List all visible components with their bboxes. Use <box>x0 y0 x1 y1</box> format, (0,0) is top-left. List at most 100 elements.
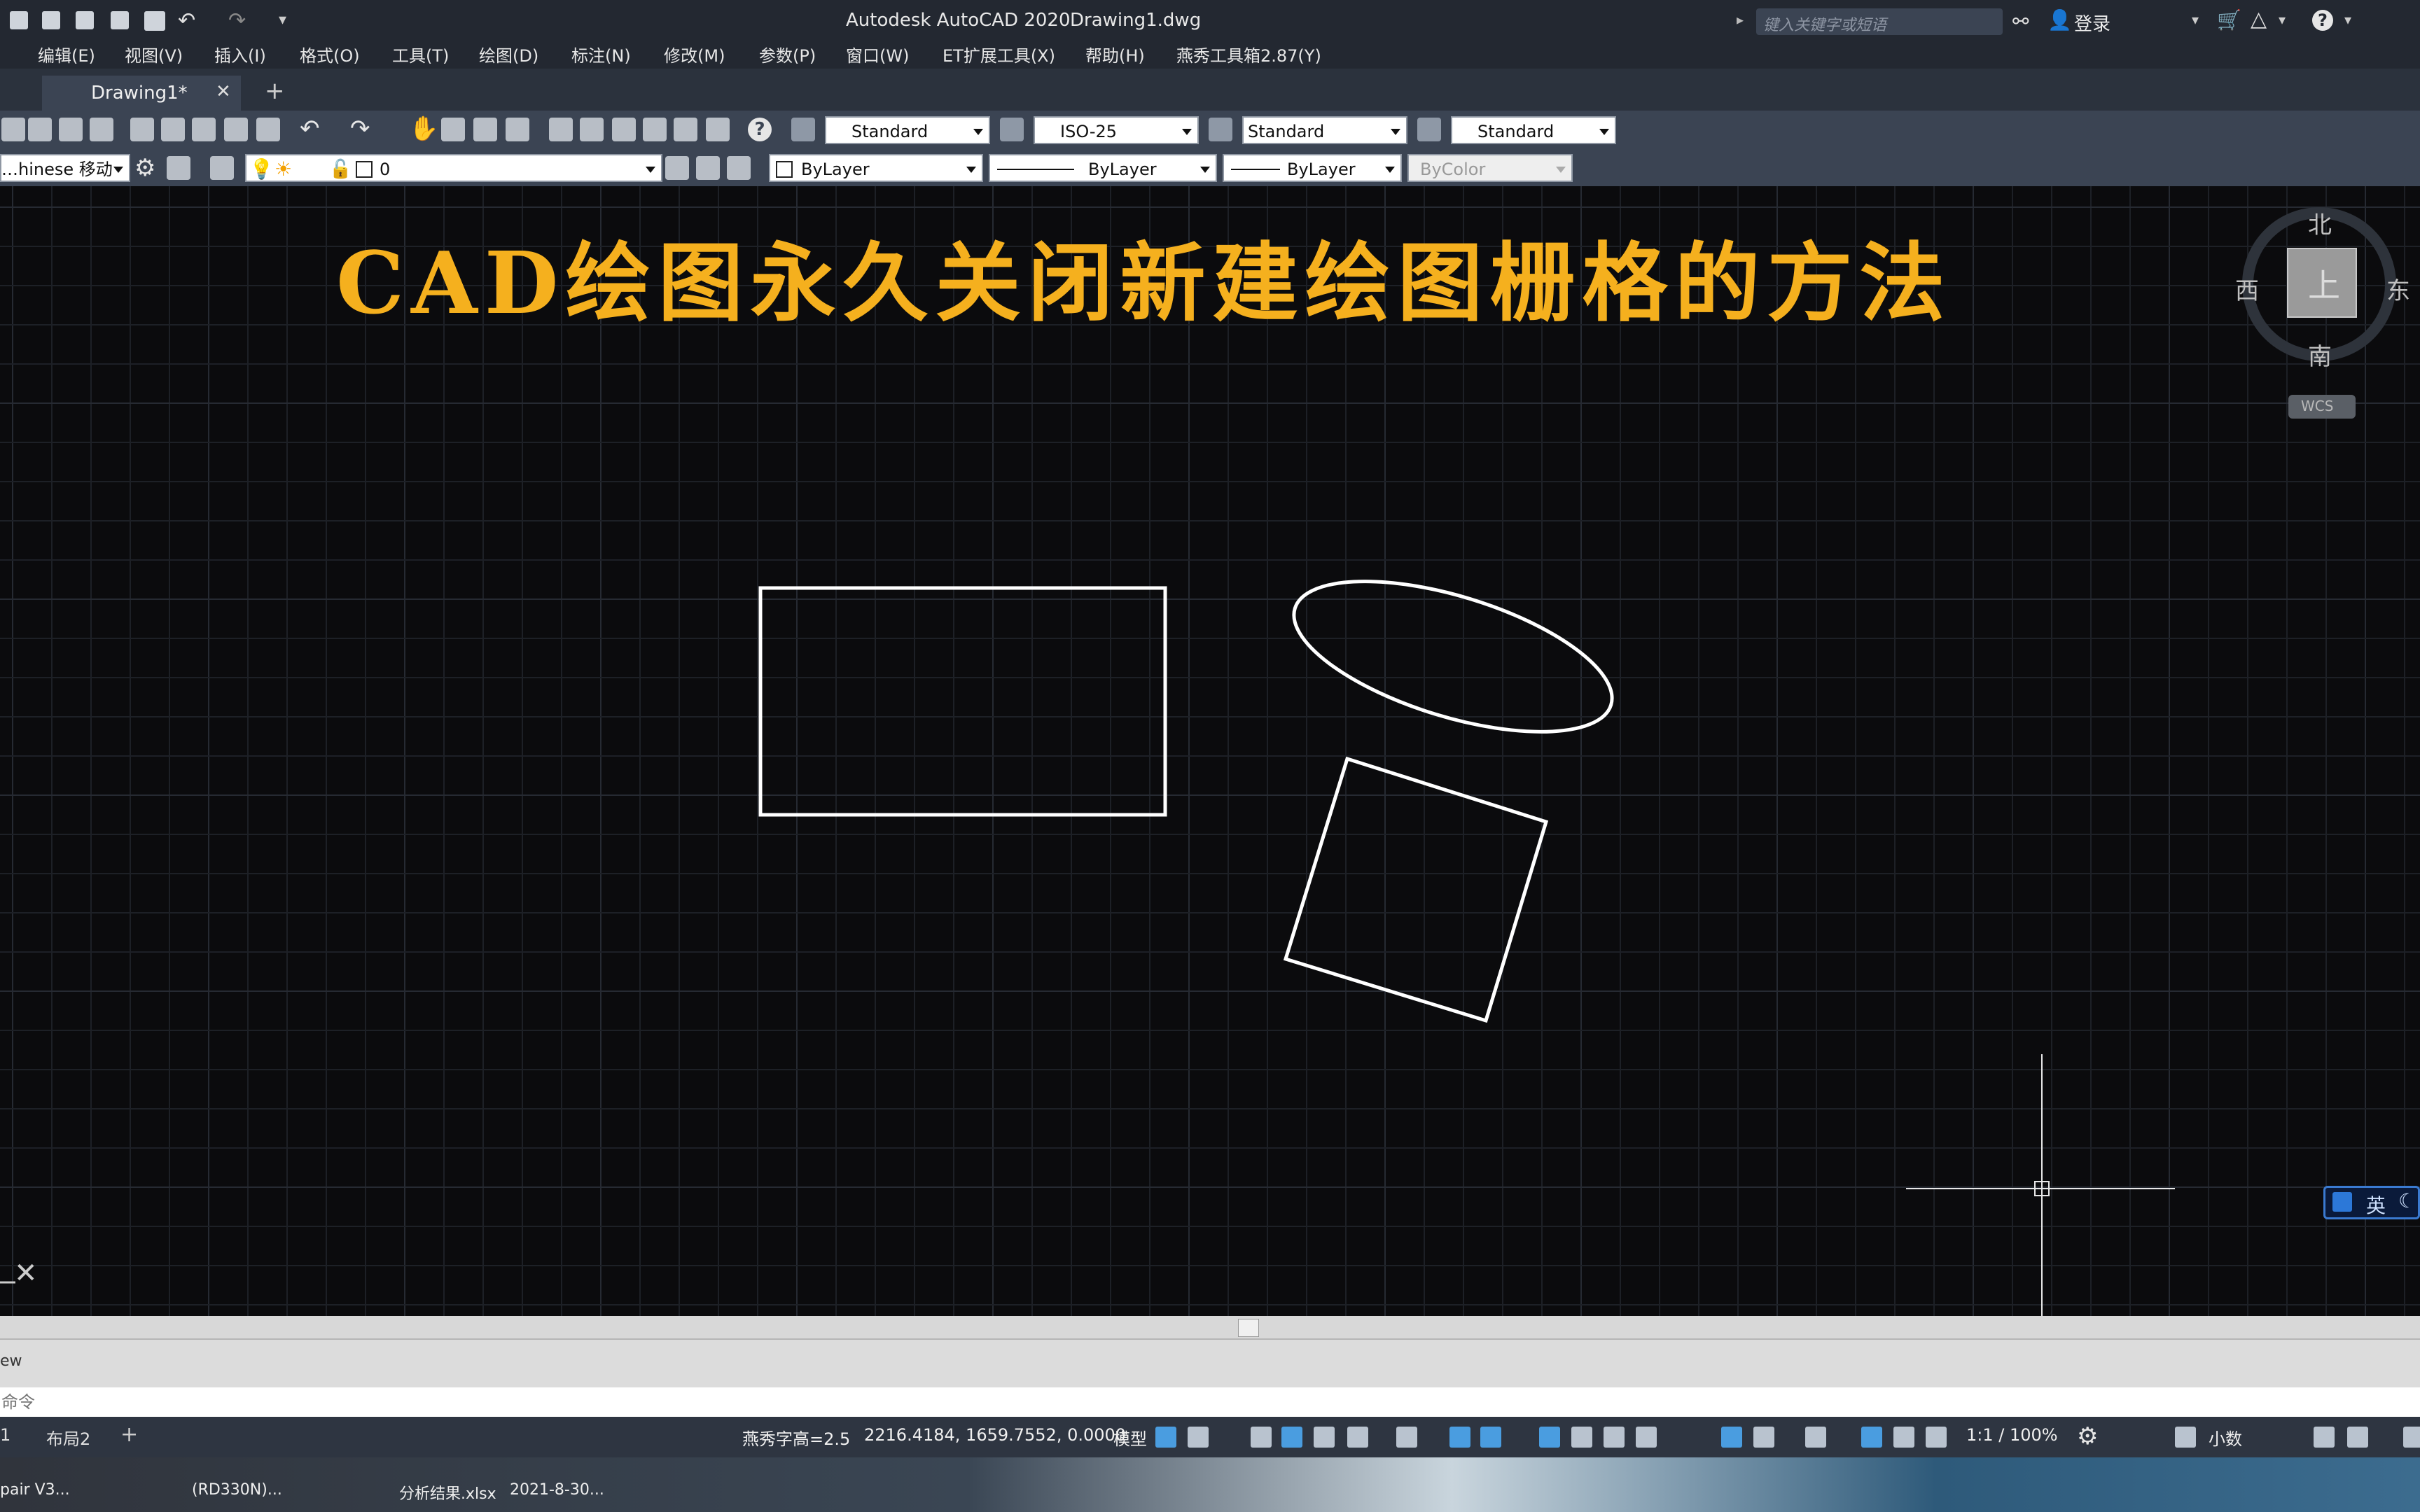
layer-states-icon[interactable] <box>210 156 234 180</box>
snap-toggle-icon[interactable] <box>1188 1427 1209 1448</box>
table-style-icon[interactable] <box>1209 118 1232 141</box>
text-style-icon[interactable] <box>791 118 815 141</box>
compass-east[interactable]: 东 <box>2386 272 2410 306</box>
calculator-icon[interactable] <box>706 118 730 141</box>
taskbar-item-4[interactable]: 2021-8-30... <box>510 1481 604 1499</box>
3d-osnap-icon[interactable] <box>1636 1427 1657 1448</box>
ortho-toggle-icon[interactable] <box>1314 1427 1335 1448</box>
redo-icon[interactable]: ↷ <box>228 8 246 33</box>
cut-icon[interactable] <box>130 118 154 141</box>
redo-toolbar-icon[interactable]: ↷ <box>350 115 370 143</box>
help-dropdown-icon[interactable]: ▾ <box>2344 11 2351 28</box>
menu-express-tools[interactable]: ET扩展工具(X) <box>943 43 1055 69</box>
binoculars-icon[interactable]: ⚯ <box>2012 10 2029 33</box>
search-input[interactable]: 键入关键字或短语 <box>1756 8 2003 35</box>
layer-previous-icon[interactable] <box>696 156 720 180</box>
layout-tab-1[interactable]: 1 <box>0 1425 11 1445</box>
undo-icon[interactable]: ↶ <box>178 8 195 33</box>
transparency-icon[interactable] <box>1571 1427 1592 1448</box>
menu-yanxiu-toolbox[interactable]: 燕秀工具箱2.87(Y) <box>1176 43 1321 69</box>
layer-manager-icon[interactable] <box>167 156 190 180</box>
quick-properties-icon[interactable] <box>2314 1427 2335 1448</box>
annotation-scale-readout[interactable]: 1:1 / 100% <box>1966 1425 2058 1445</box>
login-link[interactable]: 登录 <box>2074 10 2110 36</box>
open-file-icon[interactable] <box>28 118 52 141</box>
menu-help[interactable]: 帮助(H) <box>1085 43 1145 69</box>
horizontal-scrollbar[interactable] <box>0 1316 2420 1338</box>
save-icon[interactable] <box>10 11 28 29</box>
units-readout[interactable]: 小数 <box>2209 1425 2242 1450</box>
ime-language-label[interactable]: 英 <box>2366 1191 2386 1219</box>
graphics-performance-icon[interactable] <box>2347 1427 2368 1448</box>
menu-edit[interactable]: 编辑(E) <box>38 43 95 69</box>
save-file-icon[interactable] <box>59 118 83 141</box>
auto-scale-icon[interactable] <box>1893 1427 1914 1448</box>
paste-icon[interactable] <box>192 118 216 141</box>
linetype-select[interactable]: ByLayer <box>989 154 1217 182</box>
zoom-window-icon[interactable] <box>473 118 497 141</box>
lineweight-toggle-icon[interactable] <box>1539 1427 1560 1448</box>
dynamic-input-icon[interactable] <box>1281 1427 1302 1448</box>
menu-modify[interactable]: 修改(M) <box>664 43 725 69</box>
dynamic-ucs-icon[interactable] <box>1721 1427 1742 1448</box>
tab-close-icon[interactable]: ✕ <box>216 81 231 102</box>
print-icon[interactable] <box>144 11 165 31</box>
qat-dropdown-icon[interactable]: ▾ <box>279 11 286 29</box>
ime-toolbar[interactable]: 英 ☾ <box>2323 1186 2420 1219</box>
infer-constraints-icon[interactable] <box>1251 1427 1272 1448</box>
user-icon[interactable]: 👤 <box>2047 8 2072 31</box>
save-as-icon[interactable] <box>42 11 60 29</box>
layer-match-icon[interactable] <box>727 156 751 180</box>
search-expand-icon[interactable]: ▸ <box>1737 11 1744 28</box>
taskbar-item-1[interactable]: pair V3... <box>0 1481 70 1499</box>
object-snap-icon[interactable] <box>1480 1427 1501 1448</box>
compass-west[interactable]: 西 <box>2235 272 2259 306</box>
workspace-select[interactable]: …hinese 移动 <box>0 154 130 182</box>
dim-style-select[interactable]: ISO-25 <box>1034 116 1199 144</box>
plot-icon[interactable] <box>90 118 113 141</box>
clean-screen-icon[interactable] <box>2403 1427 2420 1448</box>
object-snap-tracking-icon[interactable] <box>1449 1427 1470 1448</box>
a360-dropdown-icon[interactable]: ▾ <box>2279 11 2286 28</box>
menu-insert[interactable]: 插入(I) <box>214 43 266 69</box>
command-line[interactable] <box>0 1387 2420 1417</box>
new-tab-icon[interactable]: + <box>265 77 285 105</box>
menu-format[interactable]: 格式(O) <box>300 43 360 69</box>
viewcube-top-face[interactable]: 上 <box>2287 248 2357 318</box>
add-layout-icon[interactable]: + <box>120 1422 138 1447</box>
zoom-realtime-icon[interactable] <box>441 118 465 141</box>
menu-window[interactable]: 窗口(W) <box>846 43 909 69</box>
tool-palettes-icon[interactable] <box>612 118 636 141</box>
menu-tools[interactable]: 工具(T) <box>392 43 449 69</box>
drawing-canvas[interactable]: ✕ CAD绘图永久关闭新建绘图栅格的方法 上 北 南 西 东 WCS 英 ☾ <box>0 186 2420 1316</box>
cart-icon[interactable]: 🛒 <box>2217 8 2241 31</box>
coordinate-readout[interactable]: 2216.4184, 1659.7552, 0.0000 <box>864 1425 1126 1445</box>
layout-tab-2[interactable]: 布局2 <box>46 1425 90 1450</box>
selection-filter-icon[interactable] <box>1753 1427 1774 1448</box>
lineweight-select[interactable]: ByLayer <box>1223 154 1402 182</box>
properties-icon[interactable] <box>549 118 573 141</box>
wcs-menu[interactable]: WCS <box>2288 395 2356 419</box>
tab-drawing1[interactable]: Drawing1* ✕ <box>42 76 241 111</box>
drawing-geometry[interactable] <box>0 186 2420 1316</box>
table-style-select[interactable]: Standard <box>1242 116 1407 144</box>
menu-dimension[interactable]: 标注(N) <box>571 43 631 69</box>
open-icon[interactable] <box>76 11 94 29</box>
layer-select[interactable]: 💡 ☀ 🔓 0 <box>245 154 662 182</box>
pan-icon[interactable]: ✋ <box>409 115 438 143</box>
taskbar-item-2[interactable]: (RD330N)... <box>192 1481 282 1499</box>
menu-draw[interactable]: 绘图(D) <box>479 43 538 69</box>
mleader-style-select[interactable]: Standard <box>1451 116 1616 144</box>
annotation-monitor-icon[interactable] <box>2175 1427 2196 1448</box>
new-icon[interactable] <box>1 118 25 141</box>
scroll-thumb[interactable] <box>1238 1319 1259 1337</box>
match-properties-icon[interactable] <box>224 118 248 141</box>
mleader-style-icon[interactable] <box>1417 118 1441 141</box>
gizmo-icon[interactable] <box>1805 1427 1826 1448</box>
sheet-set-icon[interactable] <box>643 118 667 141</box>
selection-cycling-icon[interactable] <box>1604 1427 1625 1448</box>
dim-style-icon[interactable] <box>1000 118 1024 141</box>
autodesk-a360-icon[interactable]: △ <box>2251 7 2267 31</box>
rectangle-shape[interactable] <box>758 586 1167 817</box>
rotated-square-shape[interactable] <box>1283 756 1549 1023</box>
